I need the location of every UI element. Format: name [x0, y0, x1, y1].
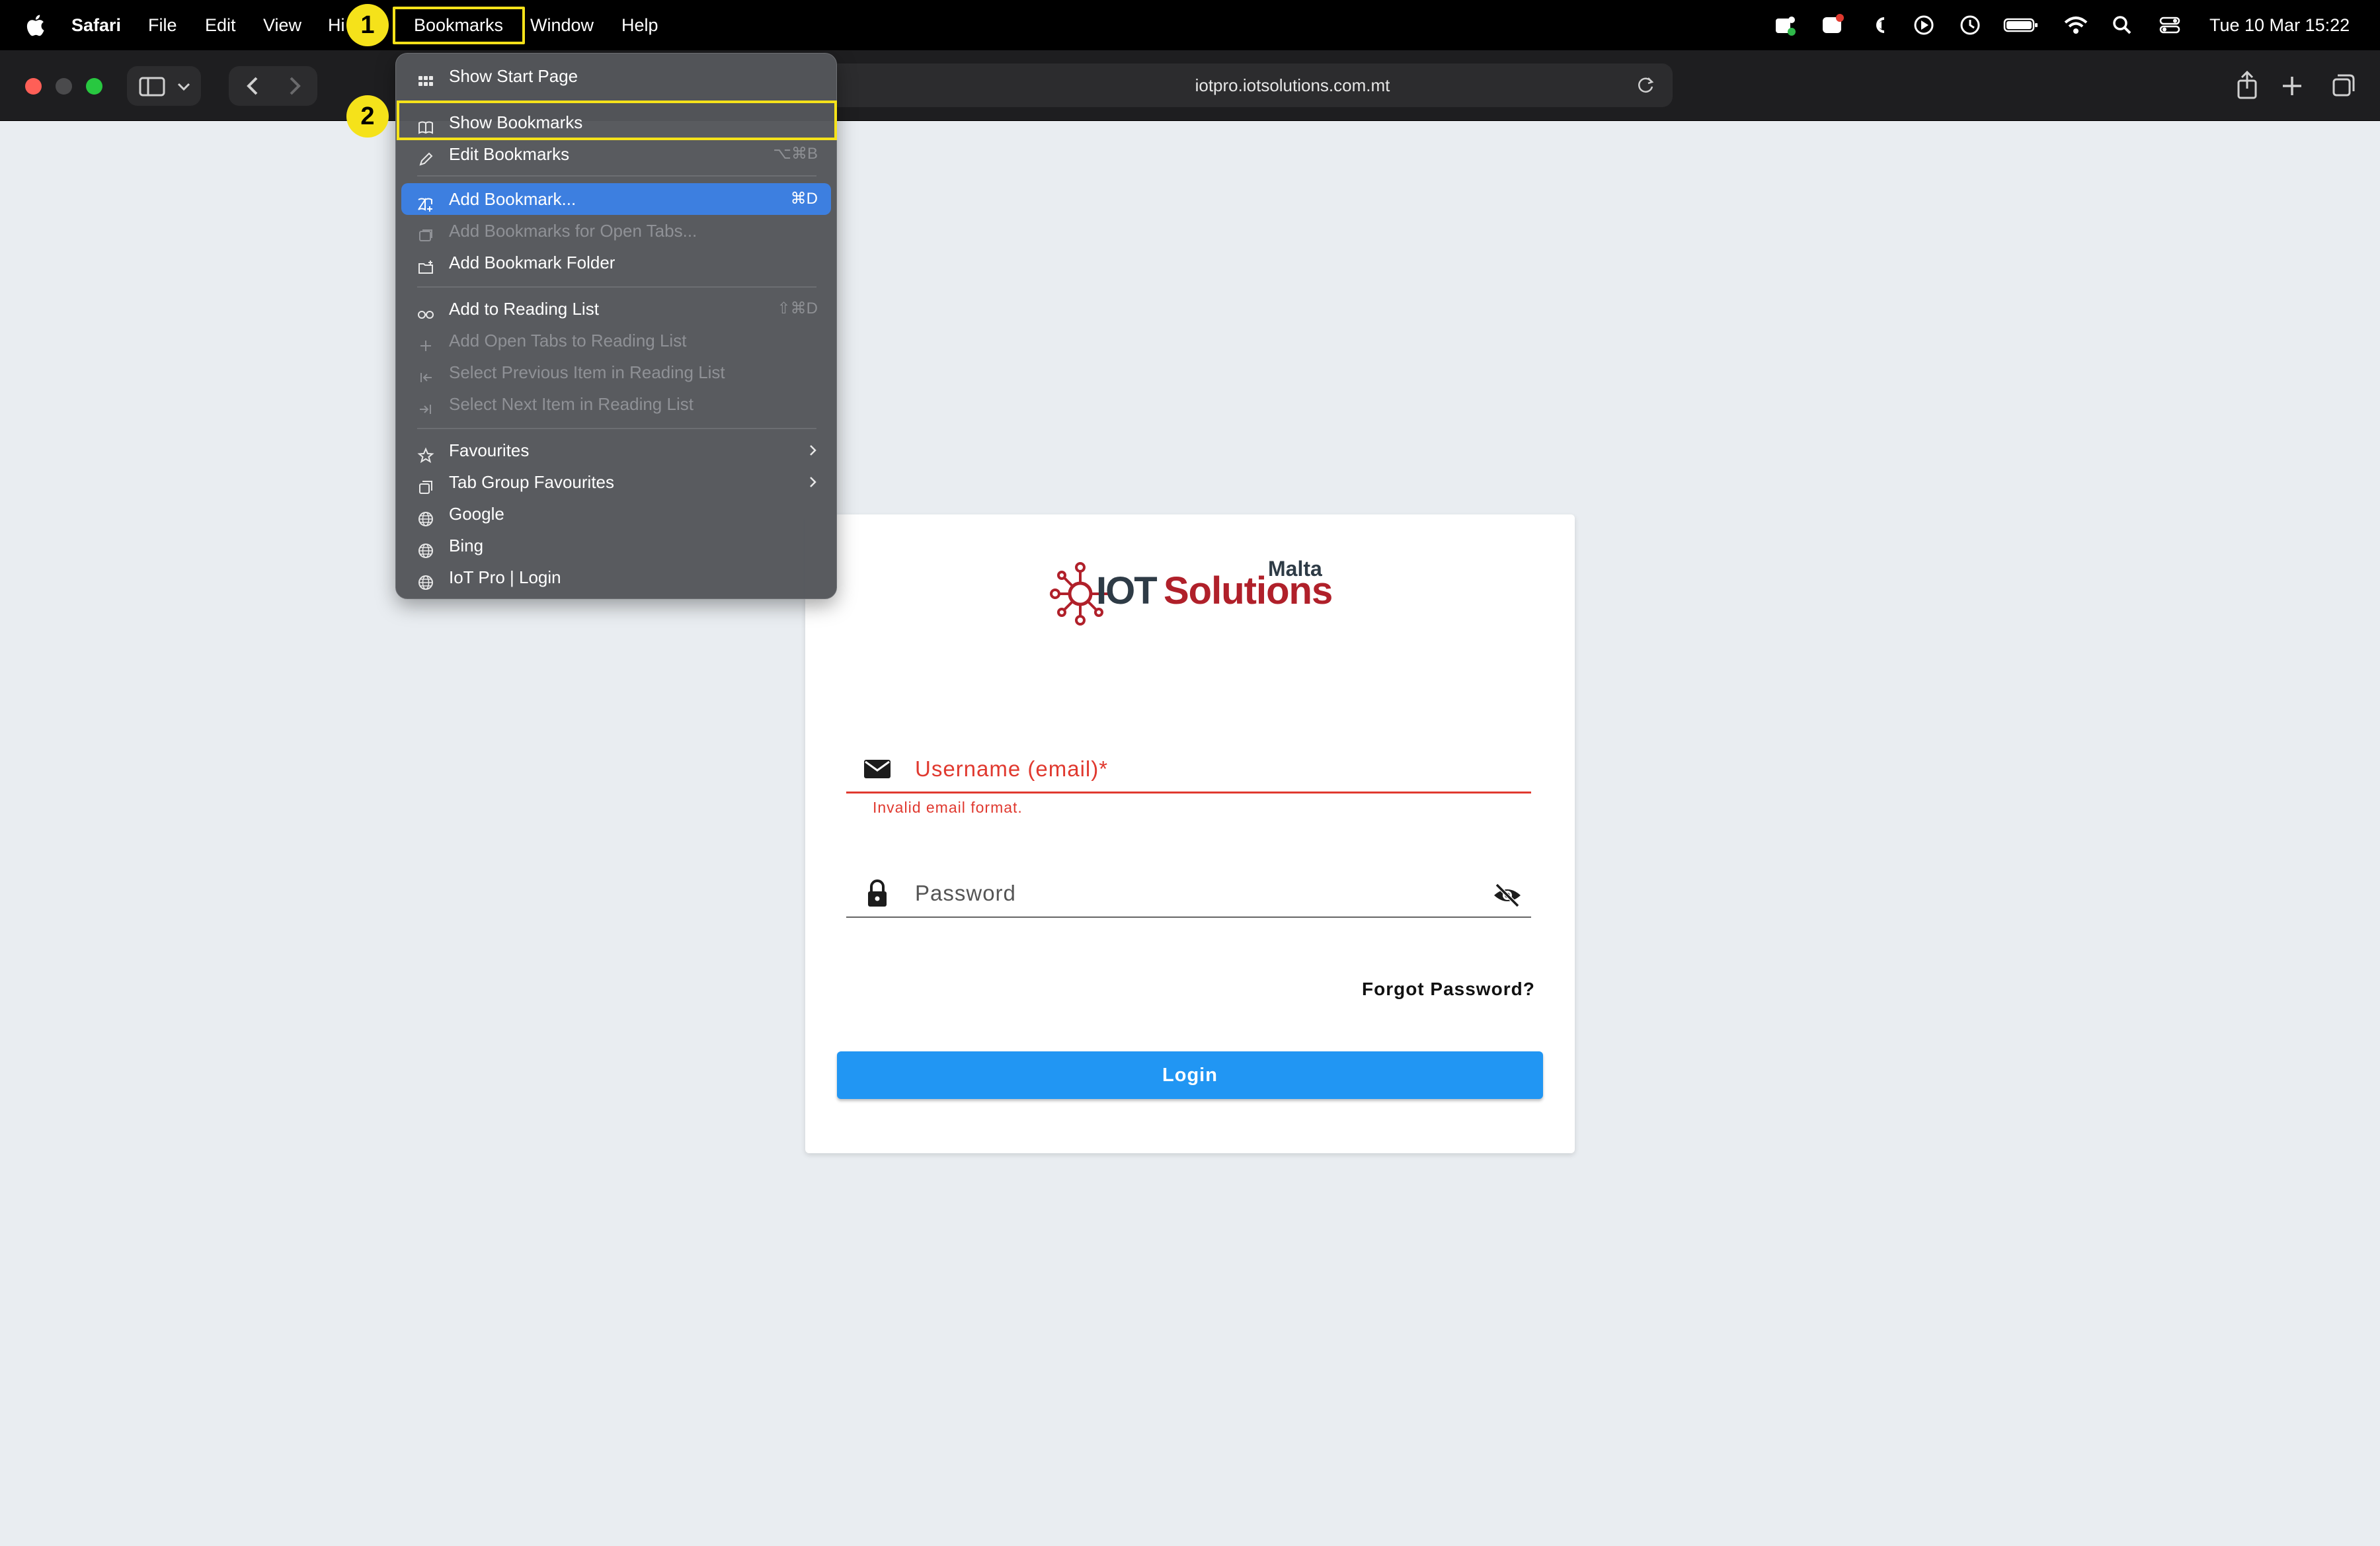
menu-item-select-previous-reading: Select Previous Item in Reading List: [401, 356, 831, 388]
logo-malta-text: Malta: [1268, 557, 1322, 581]
menu-item-show-start-page[interactable]: Show Start Page: [401, 60, 831, 92]
messaging-icon[interactable]: [1819, 12, 1846, 38]
menu-separator: [417, 175, 816, 177]
step-badge-1: 1: [346, 4, 389, 46]
username-underline: [846, 792, 1531, 793]
battery-icon[interactable]: [2003, 12, 2039, 38]
control-center-icon[interactable]: [2157, 12, 2183, 38]
menu-item-label: Add Bookmarks for Open Tabs...: [449, 221, 697, 241]
menu-item-label: Select Next Item in Reading List: [449, 394, 694, 414]
menu-item-favourites[interactable]: Favourites: [401, 434, 831, 466]
time-machine-icon[interactable]: [1957, 12, 1983, 38]
password-field[interactable]: Password: [846, 872, 1531, 918]
menu-item-add-open-tabs-reading-list: Add Open Tabs to Reading List: [401, 325, 831, 356]
step-badge-2: 2: [346, 95, 389, 138]
menu-file[interactable]: File: [148, 0, 177, 50]
menu-item-label: Bing: [449, 536, 484, 555]
star-icon: [417, 442, 434, 464]
menu-item-label: Add Open Tabs to Reading List: [449, 331, 687, 350]
menu-separator: [417, 286, 816, 288]
previous-item-icon: [417, 364, 434, 382]
menu-item-label: IoT Pro | Login: [449, 567, 561, 587]
address-bar-url[interactable]: iotpro.iotsolutions.com.mt: [813, 63, 1673, 107]
menu-item-add-to-reading-list[interactable]: Add to Reading List ⇧⌘D: [401, 293, 831, 325]
address-bar[interactable]: iotpro.iotsolutions.com.mt: [813, 63, 1673, 107]
teams-icon[interactable]: [1772, 12, 1798, 38]
menu-help[interactable]: Help: [621, 0, 658, 50]
back-arrow-status-icon[interactable]: [1867, 12, 1893, 38]
menu-history[interactable]: Hi: [328, 0, 345, 50]
login-button[interactable]: Login: [837, 1051, 1543, 1099]
wifi-icon[interactable]: [2063, 12, 2089, 38]
next-item-icon: [417, 396, 434, 414]
play-icon[interactable]: [1911, 12, 1937, 38]
tabs-bookmark-icon: [417, 223, 434, 241]
menu-item-label: Add Bookmark Folder: [449, 253, 615, 272]
email-icon: [862, 754, 892, 784]
password-underline: [846, 916, 1531, 918]
grid-icon: [417, 68, 434, 86]
menu-edit[interactable]: Edit: [205, 0, 236, 50]
menu-item-label: Show Start Page: [449, 66, 578, 86]
menu-item-label: Favourites: [449, 440, 530, 460]
password-label: Password: [915, 881, 1016, 905]
forgot-password-link[interactable]: Forgot Password?: [1362, 979, 1535, 1000]
menu-item-add-bookmark[interactable]: Add Bookmark... ⌘D: [401, 183, 831, 215]
menu-item-label: Tab Group Favourites: [449, 472, 615, 492]
globe-icon: [417, 506, 434, 526]
share-icon[interactable]: [2227, 65, 2268, 107]
menu-item-label: Google: [449, 504, 504, 524]
menu-item-tab-group-favourites[interactable]: Tab Group Favourites: [401, 466, 831, 498]
minimize-window-button[interactable]: [56, 78, 72, 95]
menu-separator: [417, 428, 816, 429]
menu-item-shortcut: ⌥⌘B: [773, 145, 818, 163]
book-plus-icon: [417, 191, 434, 212]
username-field[interactable]: Username (email)*: [846, 747, 1531, 793]
menu-bar-clock[interactable]: Tue 10 Mar 15:22: [2209, 0, 2350, 50]
chevron-right-icon: [810, 445, 816, 456]
menu-item-shortcut: ⌘D: [790, 190, 818, 208]
menu-item-select-next-reading: Select Next Item in Reading List: [401, 388, 831, 420]
menu-item-label: Add to Reading List: [449, 299, 599, 319]
logo-iot-text: IOT: [1096, 569, 1158, 612]
menu-item-add-bookmark-folder[interactable]: Add Bookmark Folder: [401, 247, 831, 278]
apple-icon[interactable]: [25, 13, 45, 37]
reload-icon[interactable]: [1636, 75, 1655, 95]
lock-icon: [862, 878, 892, 909]
tab-overview-icon[interactable]: [2320, 65, 2361, 107]
back-forward-buttons[interactable]: [227, 65, 319, 107]
menu-item-google[interactable]: Google: [401, 498, 831, 530]
pencil-icon: [417, 146, 434, 166]
menu-item-bing[interactable]: Bing: [401, 530, 831, 561]
menu-item-add-bookmarks-open-tabs: Add Bookmarks for Open Tabs...: [401, 215, 831, 247]
new-tab-icon[interactable]: [2272, 65, 2313, 107]
globe-icon: [417, 569, 434, 590]
zoom-window-button[interactable]: [86, 78, 102, 95]
folder-plus-icon: [417, 255, 434, 274]
menu-item-label: Select Previous Item in Reading List: [449, 362, 725, 382]
menu-item-edit-bookmarks[interactable]: Edit Bookmarks ⌥⌘B: [401, 138, 831, 170]
glasses-icon: [417, 301, 434, 319]
spotlight-search-icon[interactable]: [2109, 12, 2135, 38]
close-window-button[interactable]: [25, 78, 42, 95]
menu-item-iot-pro-login[interactable]: IoT Pro | Login: [401, 561, 831, 593]
menu-window[interactable]: Window: [530, 0, 594, 50]
username-label: Username (email)*: [915, 756, 1109, 781]
iot-solutions-logo: IOT Solutions Malta: [1050, 554, 1341, 627]
menu-safari[interactable]: Safari: [71, 0, 121, 50]
menu-item-label: Edit Bookmarks: [449, 144, 570, 164]
chevron-right-icon: [810, 477, 816, 487]
menu-item-label: Add Bookmark...: [449, 189, 576, 209]
menu-item-shortcut: ⇧⌘D: [777, 300, 818, 317]
sidebar-toggle-button[interactable]: [126, 65, 202, 107]
bookmarks-menu-highlight: [393, 7, 525, 44]
tab-group-icon: [417, 474, 434, 494]
menu-view[interactable]: View: [263, 0, 301, 50]
plus-icon: [417, 333, 434, 351]
eye-off-icon[interactable]: [1491, 879, 1523, 911]
show-bookmarks-highlight: [397, 101, 837, 140]
globe-icon: [417, 538, 434, 558]
email-error-message: Invalid email format.: [873, 799, 1023, 816]
